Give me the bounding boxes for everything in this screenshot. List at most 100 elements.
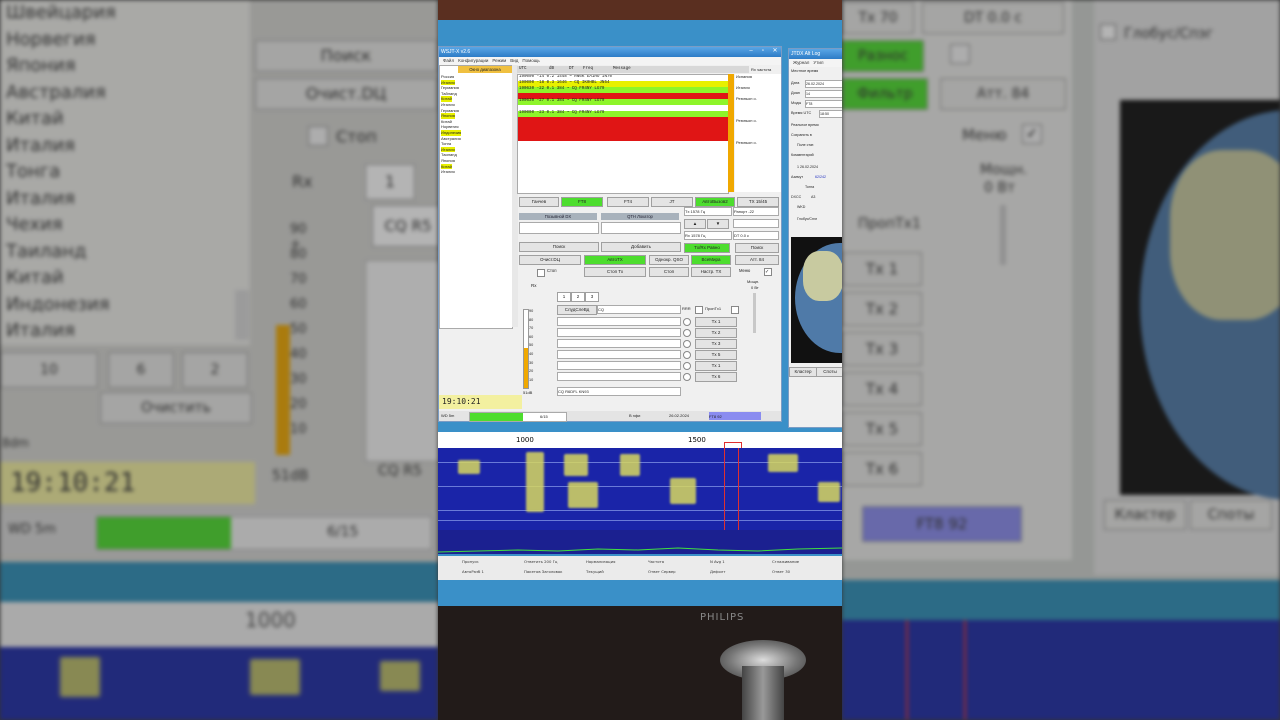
tx-tab[interactable]: 1 xyxy=(557,292,571,302)
one-qso-button[interactable]: Однокр. QSO xyxy=(649,255,689,265)
maximize-icon[interactable]: ▫ xyxy=(759,48,767,55)
left-list-item[interactable]: Чехия xyxy=(6,214,63,235)
tx-radio[interactable] xyxy=(683,362,691,370)
tx-radio[interactable] xyxy=(683,373,691,381)
tx1-message-field[interactable]: CQ xyxy=(597,305,681,314)
right-cluster-tab[interactable]: Кластер xyxy=(1104,500,1186,530)
power-slider[interactable] xyxy=(753,293,756,333)
right-tx-button[interactable]: Tx 3 xyxy=(842,332,922,366)
right-att-button[interactable]: Атт. 84 xyxy=(940,78,1066,110)
mode-button[interactable]: FT4 xyxy=(607,197,649,207)
rrr-checkbox[interactable] xyxy=(695,306,703,314)
right-spots-tab[interactable]: Споты xyxy=(1190,500,1272,530)
search-button[interactable]: Поиск xyxy=(735,243,779,253)
decode-list[interactable]: 190000 -14 0.2 1448 ~ RN6K EA1HO IN70 190… xyxy=(517,74,729,194)
decode-row[interactable] xyxy=(518,93,728,99)
left-page-2[interactable]: 2 xyxy=(182,352,248,388)
decode-row[interactable]: 190000 -18 0.3 1646 ~ CQ IK0HBL JN54 xyxy=(518,81,728,87)
left-list-item[interactable]: Норвегия xyxy=(6,29,96,50)
decode-row[interactable]: 190000 -23 0.1 384 ~ CQ FR4NY LG79 xyxy=(518,111,728,117)
tx-send-button[interactable]: Tx 1 xyxy=(695,317,737,327)
stop-tx-button[interactable]: Стоп xyxy=(649,267,689,277)
decode-row[interactable] xyxy=(518,129,728,135)
right-split-button[interactable]: Разнос xyxy=(842,40,924,72)
waterfall-control[interactable]: Частота xyxy=(648,559,664,564)
dt-spinbox[interactable]: DT 0.0 с xyxy=(733,231,779,240)
waterfall-control[interactable]: Пропуск xyxy=(462,559,479,564)
att-button[interactable]: Атт. 84 xyxy=(735,255,779,265)
decode-column-header[interactable]: Message xyxy=(613,66,631,73)
decode-row[interactable] xyxy=(518,135,728,141)
right-power-slider[interactable] xyxy=(1000,205,1006,265)
band-activity-row[interactable]: Италия xyxy=(441,169,455,175)
log-utc-field[interactable]: 18:50 xyxy=(819,110,842,118)
mode-button[interactable]: АвтоВызов2 xyxy=(695,197,735,207)
menu-item[interactable]: Вид xyxy=(510,58,518,63)
waterfall-control[interactable]: Ответить 200 Гц xyxy=(524,559,557,564)
band-activity-list[interactable]: Окно диапазона Россия Италия Германия Тайла… xyxy=(439,65,513,329)
left-list-scrollbar[interactable] xyxy=(235,290,249,340)
left-stop-checkbox[interactable] xyxy=(308,126,328,146)
left-list-item[interactable]: Япония xyxy=(6,55,76,76)
tune-button[interactable]: Настр. TX xyxy=(691,267,731,277)
left-search-button[interactable]: Поиск xyxy=(255,40,437,72)
tx-message-field[interactable] xyxy=(557,339,681,348)
tx-freq-spinbox[interactable]: Tx 1578 Гц xyxy=(684,207,732,216)
enable-tx-button[interactable]: АвтоTX xyxy=(584,255,646,265)
menu-checkbox[interactable]: ✓ xyxy=(764,268,772,276)
left-list-item[interactable]: Тонга xyxy=(6,161,60,182)
left-page-6[interactable]: 6 xyxy=(108,352,174,388)
add-button[interactable]: Добавить xyxy=(601,242,681,252)
dx-call-input[interactable] xyxy=(519,222,599,234)
log-menu-item[interactable]: Утил xyxy=(813,60,823,65)
log-mode-field[interactable]: FT8 xyxy=(805,100,842,108)
decode-column-header[interactable]: UTC xyxy=(519,66,527,73)
tx-radio[interactable] xyxy=(683,329,691,337)
right-dt-field[interactable]: DT 0.0 с xyxy=(922,2,1064,34)
decode-column-header[interactable]: DT xyxy=(569,66,574,73)
mode-button[interactable]: FT8 xyxy=(561,197,603,207)
waterfall-control[interactable]: Пакетов Заголовок xyxy=(524,569,562,574)
right-tx-button[interactable]: Tx 5 xyxy=(842,412,922,446)
waterfall-control[interactable]: Ответ Сервер xyxy=(648,569,676,574)
tx-send-button[interactable]: Tx 3 xyxy=(695,339,737,349)
log-date-field[interactable]: 26.02.2024 xyxy=(805,80,842,88)
right-globe-checkbox[interactable] xyxy=(1100,24,1116,40)
prop-tx1-checkbox[interactable] xyxy=(731,306,739,314)
report-spinbox[interactable]: Рапорт -22 xyxy=(733,207,779,216)
hold-tx-button[interactable]: Tx/Rx Равно xyxy=(684,243,730,253)
decode-row[interactable] xyxy=(518,117,728,123)
mode-button[interactable]: Ганчев xyxy=(519,197,559,207)
left-list-item[interactable]: Индонезия xyxy=(6,294,110,315)
right-tx-freq-field[interactable]: Tx 70 xyxy=(842,2,914,34)
waterfall-control[interactable]: Ответ 30 xyxy=(772,569,790,574)
waterfall-control[interactable]: АвтоРазб 1 xyxy=(462,569,484,574)
tx-message-field[interactable] xyxy=(557,328,681,337)
tx-send-button[interactable]: Tx 2 xyxy=(695,328,737,338)
right-check-1[interactable] xyxy=(950,44,970,64)
tx-radio[interactable] xyxy=(683,340,691,348)
minimize-icon[interactable]: – xyxy=(747,48,755,55)
left-list-item[interactable]: Таиланд xyxy=(6,241,86,262)
tx-message-field[interactable] xyxy=(557,350,681,359)
tx-send-button[interactable]: Tx 1 xyxy=(695,361,737,371)
tx-radio[interactable] xyxy=(683,351,691,359)
halt-tx-button[interactable]: Стоп Тх xyxy=(584,267,646,277)
left-cq-field[interactable]: CQ R5 xyxy=(372,205,438,247)
mode-button[interactable]: JT xyxy=(651,197,693,207)
tx-send-button[interactable]: Tx 5 xyxy=(695,350,737,360)
decode-column-header[interactable]: Freq xyxy=(583,66,593,73)
left-message-list[interactable] xyxy=(365,260,438,462)
tx-tab[interactable]: 2 xyxy=(571,292,585,302)
left-page-10[interactable]: 10 xyxy=(0,352,98,388)
right-tx-button[interactable]: Tx 1 xyxy=(842,252,922,286)
tx-message-field[interactable] xyxy=(557,361,681,370)
tx-up-button[interactable]: ▲ xyxy=(684,219,706,229)
band-activity-tab[interactable]: Окно диапазона xyxy=(458,66,512,73)
left-list-item[interactable]: Китай xyxy=(6,108,64,129)
menu-item[interactable]: Файл xyxy=(443,58,454,63)
waterfall-control[interactable]: Текущий xyxy=(586,569,604,574)
right-filter-button[interactable]: Фильтр xyxy=(842,78,928,110)
log-menu-item[interactable]: Журнал xyxy=(793,60,809,65)
rx-freq-spinbox[interactable]: Rx 1578 Гц xyxy=(684,231,732,240)
